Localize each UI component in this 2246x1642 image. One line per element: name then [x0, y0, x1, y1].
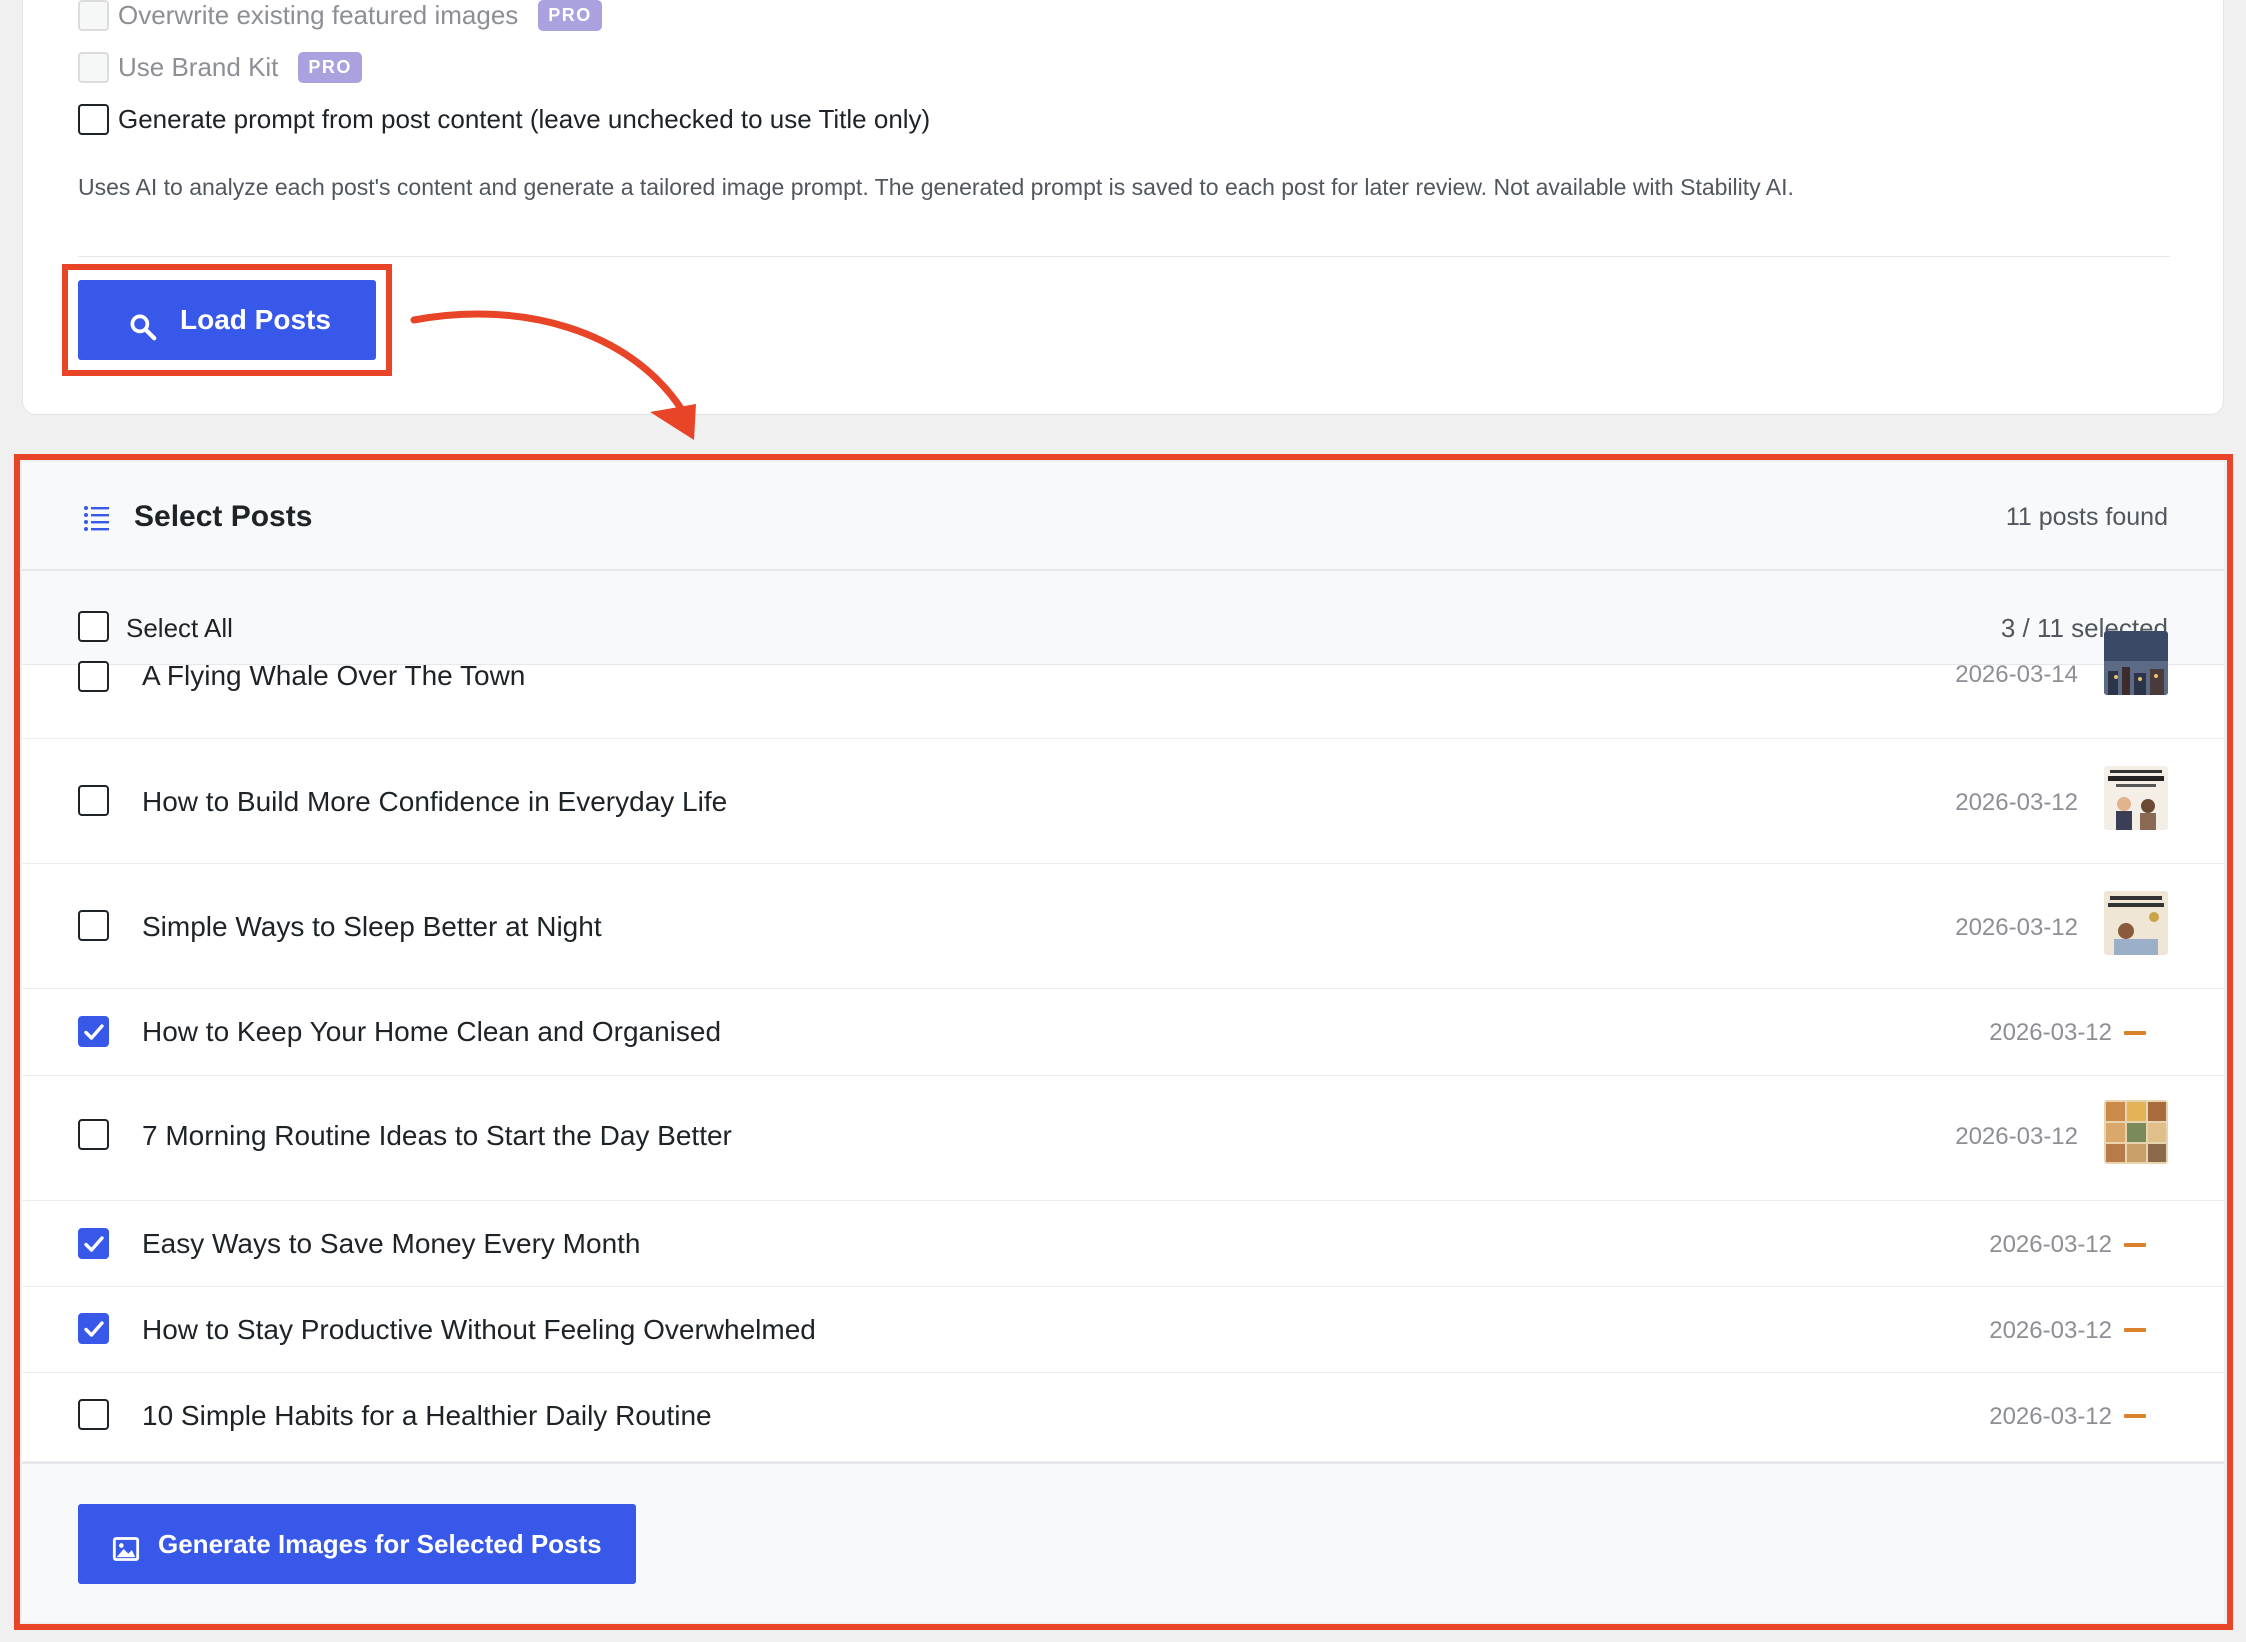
- option-use-brand-kit: Use Brand Kit PRO: [78, 52, 362, 83]
- pro-badge: PRO: [538, 0, 602, 31]
- list-icon: [84, 506, 109, 531]
- option-generate-prompt: Generate prompt from post content (leave…: [78, 104, 930, 135]
- post-title: How to Build More Confidence in Everyday…: [142, 786, 728, 817]
- no-image-dash-icon: [2124, 1243, 2146, 1247]
- panel-title: Select Posts: [134, 500, 313, 533]
- checkmark-icon: [83, 1235, 104, 1252]
- option-overwrite-featured: Overwrite existing featured images PRO: [78, 0, 602, 31]
- post-date: 2026-03-12: [1989, 1403, 2112, 1430]
- post-date: 2026-03-12: [1989, 1231, 2112, 1258]
- no-image-dash-icon: [2124, 1328, 2146, 1332]
- checkmark-icon: [83, 1320, 104, 1337]
- post-row[interactable]: Easy Ways to Save Money Every Month 2026…: [22, 1201, 2224, 1287]
- option-label: Use Brand Kit: [118, 52, 279, 82]
- post-row[interactable]: Simple Ways to Sleep Better at Night 202…: [22, 864, 2224, 989]
- post-title: How to Stay Productive Without Feeling O…: [142, 1314, 816, 1345]
- generate-images-button[interactable]: Generate Images for Selected Posts: [78, 1504, 636, 1584]
- post-checkbox[interactable]: [78, 1313, 109, 1344]
- confidence-thumbnail-icon: [2104, 766, 2168, 830]
- search-icon: [130, 314, 157, 341]
- generate-prompt-help-text: Uses AI to analyze each post's content a…: [78, 174, 1794, 200]
- post-row[interactable]: How to Stay Productive Without Feeling O…: [22, 1287, 2224, 1373]
- generate-images-label: Generate Images for Selected Posts: [158, 1528, 602, 1559]
- image-icon: [112, 1537, 140, 1561]
- option-label: Generate prompt from post content (leave…: [118, 104, 931, 134]
- select-all-checkbox[interactable]: [78, 611, 109, 642]
- load-posts-label: Load Posts: [180, 304, 331, 335]
- post-checkbox[interactable]: [78, 661, 109, 692]
- checkmark-icon: [83, 1023, 104, 1040]
- post-date: 2026-03-12: [1955, 1123, 2078, 1150]
- post-title: Easy Ways to Save Money Every Month: [142, 1228, 641, 1259]
- panel-footer: Generate Images for Selected Posts: [22, 1462, 2224, 1622]
- post-row[interactable]: 7 Morning Routine Ideas to Start the Day…: [22, 1076, 2224, 1201]
- select-posts-panel: Select Posts 11 posts found Select All 3…: [22, 462, 2224, 1622]
- post-title: How to Keep Your Home Clean and Organise…: [142, 1016, 722, 1047]
- whale-town-thumbnail-icon: [2104, 631, 2168, 695]
- no-image-dash-icon: [2124, 1414, 2146, 1418]
- post-checkbox[interactable]: [78, 910, 109, 941]
- post-checkbox[interactable]: [78, 1399, 109, 1430]
- pro-badge: PRO: [298, 52, 362, 83]
- posts-found-count: 11 posts found: [2005, 503, 2168, 531]
- post-title: A Flying Whale Over The Town: [142, 660, 526, 691]
- post-date: 2026-03-12: [1955, 789, 2078, 816]
- load-posts-button[interactable]: Load Posts: [78, 280, 376, 360]
- panel-header: Select Posts 11 posts found: [22, 462, 2224, 571]
- post-title: 7 Morning Routine Ideas to Start the Day…: [142, 1120, 732, 1151]
- post-date: 2026-03-12: [1989, 1317, 2112, 1344]
- post-title: Simple Ways to Sleep Better at Night: [142, 911, 602, 942]
- select-all-bar: Select All 3 / 11 selected: [22, 571, 2224, 665]
- divider: [78, 256, 2170, 257]
- option-label: Overwrite existing featured images: [118, 0, 519, 30]
- generate-prompt-checkbox[interactable]: [78, 104, 109, 135]
- brand-kit-checkbox[interactable]: [78, 52, 109, 83]
- sleep-thumbnail-icon: [2104, 891, 2168, 955]
- post-date: 2026-03-12: [1989, 1019, 2112, 1046]
- post-title: 10 Simple Habits for a Healthier Daily R…: [142, 1400, 712, 1431]
- post-checkbox[interactable]: [78, 785, 109, 816]
- annotation-arrow: [410, 310, 696, 440]
- post-row[interactable]: How to Keep Your Home Clean and Organise…: [22, 989, 2224, 1076]
- post-checkbox[interactable]: [78, 1119, 109, 1150]
- post-checkbox[interactable]: [78, 1016, 109, 1047]
- post-row[interactable]: 10 Simple Habits for a Healthier Daily R…: [22, 1373, 2224, 1462]
- select-all-label: Select All: [126, 613, 233, 643]
- post-row[interactable]: How to Build More Confidence in Everyday…: [22, 739, 2224, 864]
- no-image-dash-icon: [2124, 1031, 2146, 1035]
- morning-routine-thumbnail-icon: [2104, 1100, 2168, 1164]
- post-checkbox[interactable]: [78, 1228, 109, 1259]
- post-date: 2026-03-12: [1955, 914, 2078, 941]
- overwrite-featured-checkbox[interactable]: [78, 0, 109, 31]
- post-row[interactable]: A Flying Whale Over The Town 2026-03-14: [22, 631, 2224, 739]
- post-date: 2026-03-14: [1955, 661, 2078, 688]
